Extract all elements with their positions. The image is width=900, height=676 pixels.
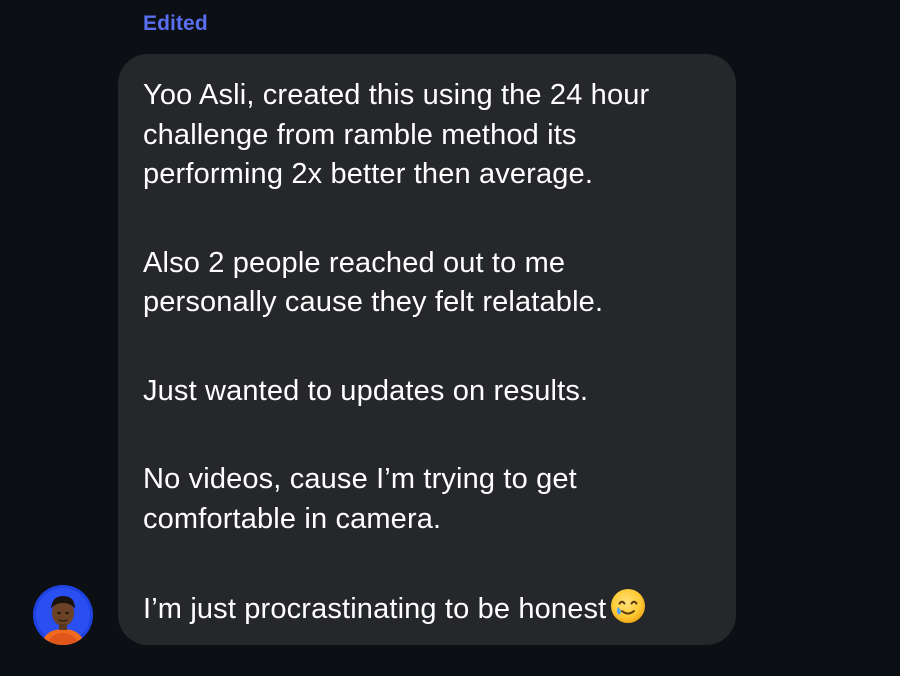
message-line: personally cause they felt relatable. <box>143 286 604 318</box>
smiling-face-with-tear-icon <box>611 589 646 623</box>
message-line: I’m just procrastinating to be honest <box>143 593 607 625</box>
edited-label: Edited <box>143 12 208 35</box>
message-bubble[interactable]: Yoo Asli, created this using the 24 hour… <box>118 54 736 645</box>
message-paragraph: Yoo Asli, created this using the 24 hour… <box>143 76 714 195</box>
message-line: Yoo Asli, created this using the 24 hour <box>143 79 650 111</box>
message-paragraph: No videos, cause I’m trying to get comfo… <box>143 460 714 539</box>
message-line: Just wanted to updates on results. <box>143 374 589 407</box>
message-line: Also 2 people reached out to me <box>143 246 566 279</box>
message-line: No videos, cause I’m trying to get <box>143 463 577 495</box>
message-last-line: I’m just procrastinating to be honest <box>143 588 714 630</box>
message-line: challenge from ramble method its <box>143 118 577 151</box>
user-avatar[interactable] <box>33 585 93 645</box>
message-line: comfortable in camera. <box>143 502 442 535</box>
message-paragraph: Just wanted to updates on results. <box>143 372 714 412</box>
message-paragraph: I’m just procrastinating to be honest <box>143 588 714 630</box>
message-text: Yoo Asli, created this using the 24 hour… <box>143 76 714 630</box>
message-line: performing 2x better then average. <box>143 158 594 190</box>
message-paragraph: Also 2 people reached out to me personal… <box>143 244 714 323</box>
user-avatar-image <box>33 585 93 645</box>
